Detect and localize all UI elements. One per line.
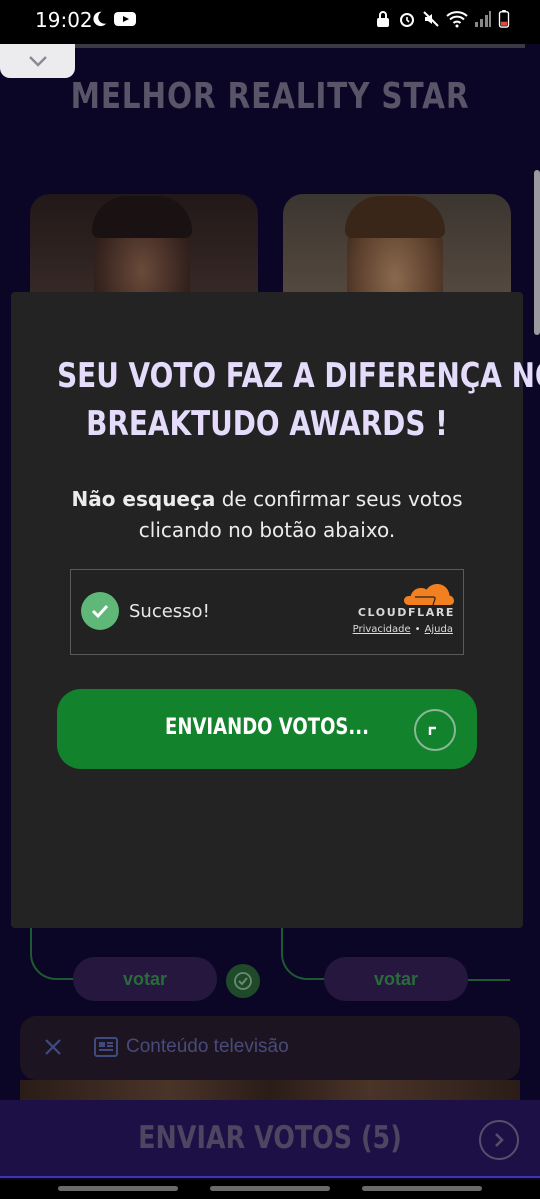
wifi-icon [446, 11, 468, 28]
cloudflare-cloud-icon [404, 584, 454, 606]
success-check-icon [81, 592, 119, 630]
card-connector [281, 928, 331, 980]
dialog-title: SEU VOTO FAZ A DIFERENÇA NO BREAKTUDO AW… [57, 356, 540, 444]
privacy-link[interactable]: Privacidade [353, 624, 411, 635]
info-bar: Conteúdo televisão [20, 1016, 520, 1080]
close-icon[interactable] [42, 1036, 64, 1058]
home-gesture-bar[interactable] [210, 1186, 330, 1191]
page-title: MELHOR REALITY STAR [70, 76, 470, 117]
youtube-icon [114, 12, 136, 26]
footer-bar: ENVIAR VOTOS (5) [0, 1100, 540, 1178]
scrollbar[interactable] [534, 170, 540, 335]
vote-button-1[interactable]: votar [73, 957, 217, 1001]
moon-icon [93, 11, 107, 27]
dialog-body: Não esqueça de confirmar seus votos clic… [71, 487, 463, 542]
chevron-down-icon [28, 56, 47, 67]
nominee-thumbnails [20, 1080, 520, 1102]
send-votes-button[interactable]: ENVIAR VOTOS (5) [49, 1120, 492, 1156]
confirm-votes-dialog: SEU VOTO FAZ A DIFERENÇA NO BREAKTUDO AW… [11, 292, 540, 928]
status-time: 19:02 [35, 8, 93, 32]
page-scroll-indicator [75, 44, 525, 48]
loading-spinner-icon [414, 709, 456, 751]
newspaper-icon [94, 1037, 118, 1057]
turnstile-status: Sucesso! [129, 601, 210, 622]
battery-icon [498, 10, 510, 28]
info-bar-text: Conteúdo televisão [126, 1036, 289, 1057]
alarm-icon [400, 13, 414, 27]
signal-icon [475, 11, 491, 27]
sending-votes-button[interactable]: ENVIANDO VOTOS... [57, 689, 477, 769]
lock-icon [377, 11, 389, 27]
status-bar: 19:02 [0, 0, 540, 44]
system-nav-bar [0, 1180, 540, 1199]
vote-button-2[interactable]: votar [324, 957, 468, 1001]
chevron-right-icon [495, 1133, 504, 1147]
voted-check-icon [226, 964, 260, 998]
body-emphasis: Não esqueça [71, 487, 216, 511]
collapse-tab[interactable] [0, 44, 75, 78]
help-link[interactable]: Ajuda [425, 624, 453, 635]
mute-icon [423, 11, 439, 27]
next-arrow-button[interactable] [479, 1120, 519, 1160]
card-connector [30, 928, 80, 980]
cloudflare-turnstile-widget: Sucesso! CLOUDFLARE Privacidade • Ajuda [70, 569, 464, 655]
